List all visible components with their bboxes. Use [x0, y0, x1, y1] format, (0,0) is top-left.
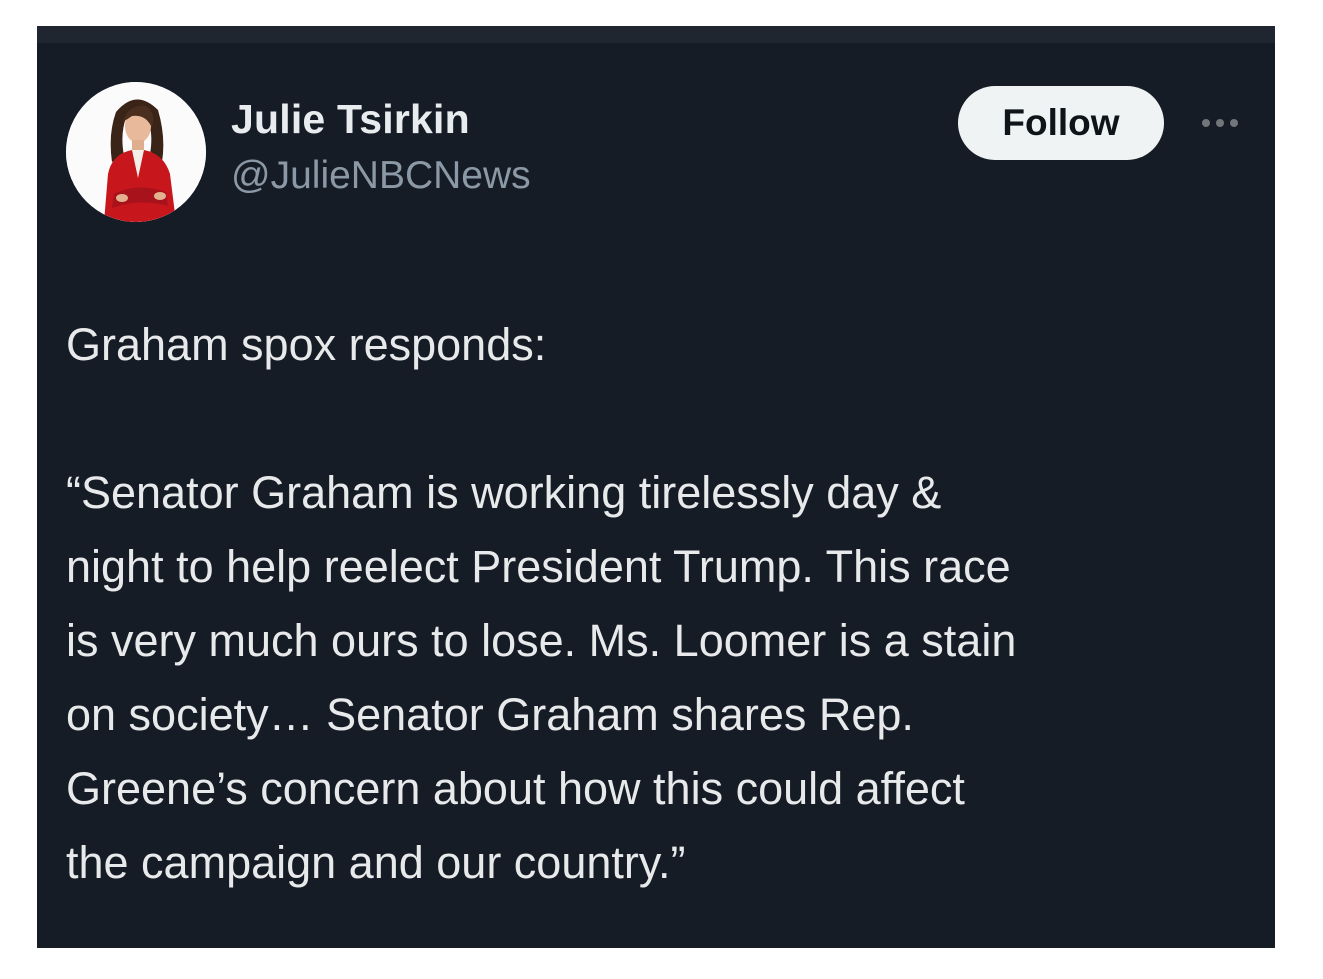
author-display-name[interactable]: Julie Tsirkin [231, 96, 470, 143]
avatar[interactable] [66, 82, 206, 222]
tweet-text-line: “Senator Graham is working tirelessly da… [66, 467, 942, 518]
tweet-text-line: Greene’s concern about how this could af… [66, 763, 965, 814]
tweet-text-line: night to help reelect President Trump. T… [66, 541, 1011, 592]
dot [1230, 119, 1238, 127]
card-top-edge [37, 26, 1275, 43]
tweet-card: Julie Tsirkin @JulieNBCNews Follow Graha… [37, 26, 1275, 948]
follow-button[interactable]: Follow [958, 86, 1164, 160]
more-horizontal-icon[interactable] [1194, 112, 1246, 134]
dot [1202, 119, 1210, 127]
avatar-photo [66, 82, 206, 222]
tweet-text-line: the campaign and our country.” [66, 837, 686, 888]
tweet-text-line: Graham spox responds: [66, 319, 547, 370]
author-handle[interactable]: @JulieNBCNews [231, 154, 531, 198]
tweet-text: Graham spox responds: “Senator Graham is… [66, 308, 1246, 900]
tweet-text-line: is very much ours to lose. Ms. Loomer is… [66, 615, 1017, 666]
tweet-text-line: on society… Senator Graham shares Rep. [66, 689, 914, 740]
dot [1216, 119, 1224, 127]
